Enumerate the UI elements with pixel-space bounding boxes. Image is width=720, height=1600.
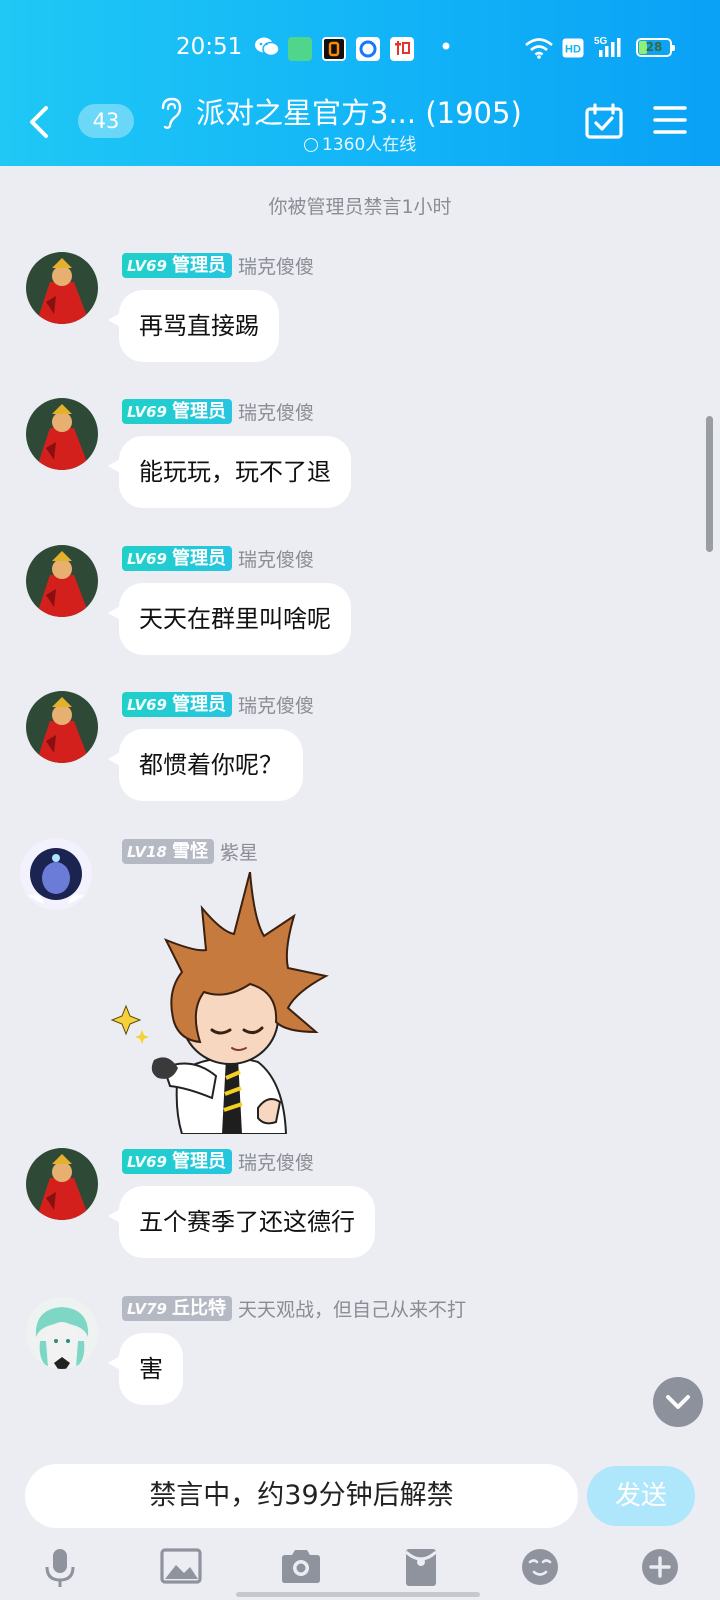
- avatar[interactable]: [26, 252, 98, 324]
- sender-name[interactable]: 瑞克傻傻: [238, 398, 314, 425]
- level-badge: LV79 丘比特: [122, 1296, 232, 1321]
- sender-name[interactable]: 瑞克傻傻: [238, 691, 314, 718]
- home-indicator[interactable]: [236, 1592, 480, 1597]
- hd-icon: HD: [562, 38, 584, 58]
- status-time: 20:51: [176, 34, 243, 60]
- chevron-down-icon: [666, 1395, 690, 1409]
- system-notice: 你被管理员禁言1小时: [268, 196, 452, 218]
- sender-name[interactable]: 天天观战，但自己从来不打: [238, 1295, 466, 1322]
- message-meta: LV69 管理员 瑞克傻傻: [122, 1148, 314, 1174]
- level-badge: LV69 管理员: [122, 253, 232, 278]
- message-meta: LV79 丘比特 天天观战，但自己从来不打: [122, 1295, 466, 1321]
- send-button[interactable]: 发送: [587, 1466, 695, 1526]
- level-badge: LV69 管理员: [122, 546, 232, 571]
- avatar[interactable]: [26, 691, 98, 763]
- camera-icon[interactable]: [276, 1546, 326, 1592]
- avatar[interactable]: [26, 1148, 98, 1220]
- wechat-icon: [254, 36, 280, 58]
- sender-name[interactable]: 瑞克傻傻: [238, 545, 314, 572]
- ear-icon: [158, 96, 184, 134]
- back-button[interactable]: [22, 100, 58, 144]
- message-bubble[interactable]: 害: [108, 1333, 183, 1405]
- sender-name[interactable]: 瑞克傻傻: [238, 1148, 314, 1175]
- app-blue-icon: [356, 37, 380, 61]
- message-meta: LV69 管理员 瑞克傻傻: [122, 691, 314, 717]
- message-bubble[interactable]: 天天在群里叫啥呢: [108, 583, 351, 655]
- message-meta: LV69 管理员 瑞克傻傻: [122, 252, 314, 278]
- online-count: 1360人在线: [304, 130, 416, 155]
- avatar[interactable]: [26, 545, 98, 617]
- avatar[interactable]: [26, 398, 98, 470]
- app-zhi-icon: [390, 37, 414, 61]
- level-badge: LV69 管理员: [122, 692, 232, 717]
- microphone-icon[interactable]: [35, 1546, 85, 1592]
- notification-dot-icon: [442, 42, 450, 50]
- message-bubble[interactable]: 再骂直接踢: [108, 290, 279, 362]
- battery-icon: 28: [636, 38, 675, 57]
- level-badge: LV69 管理员: [122, 399, 232, 424]
- image-icon[interactable]: [156, 1546, 206, 1592]
- signal-5g-icon: 5G: [594, 34, 624, 60]
- input-bar: 禁言中，约39分钟后解禁 发送: [0, 1456, 720, 1600]
- level-badge: LV69 管理员: [122, 1149, 232, 1174]
- online-count-text: 1360人在线: [322, 135, 417, 155]
- sticker-image[interactable]: [108, 871, 348, 1135]
- svg-text:5G: 5G: [594, 36, 608, 47]
- chat-header: 20:51 HD 5G 28 43 派对之星官方3... (1905) 1360…: [0, 0, 720, 166]
- menu-button[interactable]: [652, 104, 688, 140]
- message-meta: LV69 管理员 瑞克傻傻: [122, 398, 314, 424]
- wifi-icon: [524, 37, 554, 59]
- avatar[interactable]: [26, 1297, 98, 1369]
- scrollbar[interactable]: [706, 416, 713, 552]
- level-badge: LV18 雪怪: [122, 839, 214, 864]
- muted-input-field: 禁言中，约39分钟后解禁: [25, 1464, 578, 1528]
- message-bubble[interactable]: 能玩玩，玩不了退: [108, 436, 351, 508]
- battery-level-text: 28: [645, 40, 663, 54]
- plus-icon[interactable]: [635, 1546, 685, 1592]
- message-bubble[interactable]: 五个赛季了还这德行: [108, 1186, 375, 1258]
- sender-name[interactable]: 瑞克傻傻: [238, 252, 314, 279]
- message-meta: LV18 雪怪 紫星: [122, 838, 258, 864]
- avatar[interactable]: [20, 838, 92, 910]
- calendar-check-button[interactable]: [584, 102, 624, 146]
- group-title[interactable]: 派对之星官方3... (1905): [196, 90, 522, 132]
- red-packet-icon[interactable]: [396, 1546, 446, 1592]
- svg-text:HD: HD: [565, 44, 581, 56]
- status-bar: 20:51 HD 5G 28: [0, 28, 720, 68]
- online-check-icon: [304, 138, 318, 152]
- emoji-icon[interactable]: [515, 1546, 565, 1592]
- sender-name[interactable]: 紫星: [220, 838, 258, 865]
- app-orange-icon: [322, 37, 346, 61]
- message-meta: LV69 管理员 瑞克傻傻: [122, 545, 314, 571]
- app-green-icon: [288, 37, 312, 61]
- unread-count-badge[interactable]: 43: [78, 104, 134, 138]
- message-bubble[interactable]: 都惯着你呢？: [108, 729, 303, 801]
- scroll-to-bottom-button[interactable]: [653, 1377, 703, 1427]
